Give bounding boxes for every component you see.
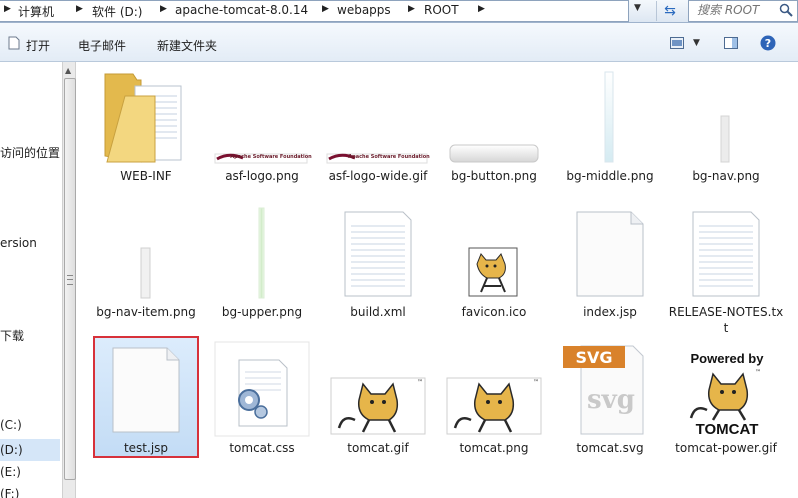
tomcat-icon: ™ [330,377,426,435]
email-button[interactable]: 电子邮件 [78,37,126,54]
nav-item-version[interactable]: ersion [0,236,37,250]
grip-icon [67,275,73,285]
nav-item-recent-places[interactable]: 访问的位置 [0,144,60,161]
svg-text:™: ™ [417,379,423,386]
image-icon: Apache Software Foundation [326,153,430,164]
file-name: tomcat.gif [347,441,409,455]
blank-file-icon [112,347,180,433]
file-name: tomcat.png [459,441,529,455]
image-icon [604,71,614,163]
chevron-right-icon[interactable]: ▶ [408,4,415,14]
image-icon [258,207,265,299]
file-name: bg-button.png [451,169,537,183]
search-icon[interactable] [779,3,793,17]
new-folder-button[interactable]: 新建文件夹 [157,37,217,54]
breadcrumb-webapps[interactable]: webapps [337,3,391,17]
breadcrumb-tomcat[interactable]: apache-tomcat-8.0.14 [175,3,308,17]
nav-item-drive-e[interactable]: (E:) [0,465,21,479]
file-name: bg-upper.png [221,305,303,319]
file-name: index.jsp [583,305,637,319]
chevron-right-icon[interactable]: ▶ [322,4,329,14]
change-view-icon[interactable] [670,37,684,49]
css-file-icon [214,341,310,437]
chevron-right-icon[interactable]: ▶ [478,4,485,14]
tomcat-icon: ™ [446,377,542,435]
image-icon [449,144,539,163]
chevron-right-icon[interactable]: ▶ [76,4,83,14]
svg-text:™: ™ [755,369,761,376]
navigation-pane: 访问的位置 ersion 下载 (C:) (D:) (E:) (F:) [0,62,62,498]
file-name: tomcat-power.gif [675,441,777,455]
chevron-right-icon[interactable]: ▶ [4,4,11,14]
image-icon: Apache Software Foundation [214,153,312,164]
file-name: tomcat.css [229,441,295,455]
file-name: WEB-INF [120,169,172,183]
file-name: asf-logo-wide.gif [328,169,428,183]
address-bar: ▶ 计算机 ▶ 软件 (D:) ▶ apache-tomcat-8.0.14 ▶… [0,0,798,23]
chevron-right-icon[interactable]: ▶ [160,4,167,14]
breadcrumb-computer[interactable]: 计算机 [18,3,54,20]
file-name: RELEASE-NOTES.txt [668,305,784,335]
document-icon [344,211,412,297]
nav-item-drive-c[interactable]: (C:) [0,418,22,432]
breadcrumb-drive-d[interactable]: 软件 (D:) [92,3,142,20]
preview-pane-icon[interactable] [724,37,738,49]
svg-watermark-text: svg [587,385,635,415]
file-name: test.jsp [123,441,169,455]
search-box[interactable] [688,0,798,22]
asf-logo-text: Apache Software Foundation [230,154,312,160]
scroll-up-icon[interactable]: ▲ [65,66,71,75]
nav-scrollbar[interactable]: ▲ [62,62,76,498]
scrollbar-thumb[interactable] [64,78,76,480]
file-name: bg-middle.png [566,169,654,183]
folder-icon [104,73,182,163]
svg-file-icon: SVG svg [563,345,644,435]
file-name: bg-nav.png [692,169,760,183]
refresh-icon[interactable]: ⇆ [656,1,683,21]
svg-badge-text: SVG [575,348,612,367]
file-name: bg-nav-item.png [96,305,196,319]
asf-logo-text: Apache Software Foundation [348,154,430,160]
breadcrumb[interactable]: ▶ 计算机 ▶ 软件 (D:) ▶ apache-tomcat-8.0.14 ▶… [0,0,629,22]
breadcrumb-root[interactable]: ROOT [424,3,459,17]
tomcat-icon [468,247,518,297]
blank-file-icon [576,211,644,297]
powered-by-text: Powered by [691,351,765,366]
file-name: tomcat.svg [576,441,644,455]
file-name: build.xml [350,305,406,319]
file-name: asf-logo.png [225,169,299,183]
help-icon[interactable]: ? [760,35,776,51]
view-options-dropdown-icon[interactable]: ▼ [693,38,700,48]
file-name: favicon.ico [461,305,527,319]
file-list: WEB-INF Apache Software Foundation asf-l… [78,62,798,498]
command-bar: 打开 电子邮件 新建文件夹 ▼ ? [0,23,798,62]
svg-text:?: ? [765,37,771,50]
address-dropdown-icon[interactable]: ▼ [634,3,641,13]
nav-item-downloads[interactable]: 下载 [0,327,24,344]
tomcat-wordmark-text: TOMCAT [696,421,759,438]
svg-text:™: ™ [533,379,539,386]
document-icon [692,211,760,297]
open-button[interactable]: 打开 [26,37,50,54]
image-icon [720,115,730,163]
tomcat-power-icon: Powered by ™ TOMCAT [681,348,773,438]
nav-item-drive-f[interactable]: (F:) [0,487,19,498]
open-file-icon[interactable] [8,36,20,50]
image-icon [140,247,151,299]
search-input[interactable] [697,2,765,18]
nav-item-drive-d[interactable]: (D:) [0,443,23,457]
